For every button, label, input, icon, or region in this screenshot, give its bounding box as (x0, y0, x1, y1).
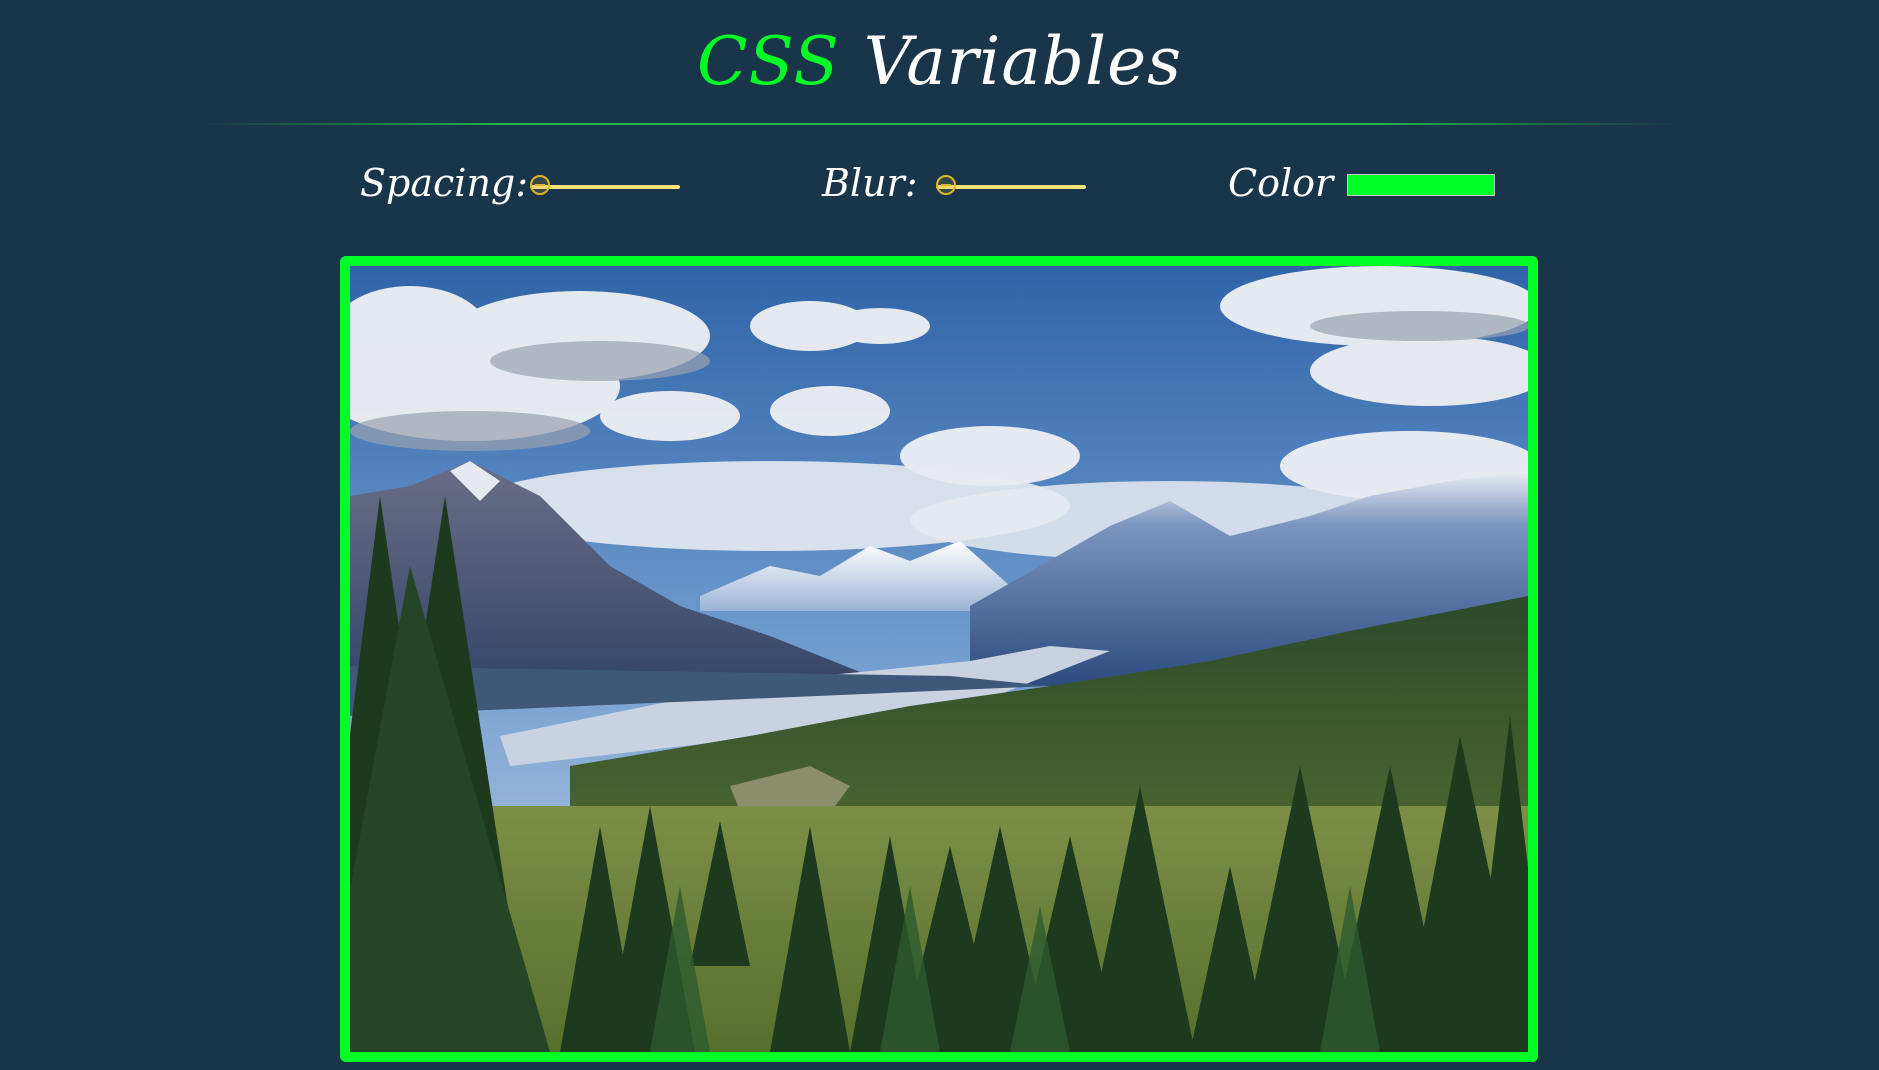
landscape-image (340, 256, 1538, 1062)
page-title: CSS Variables (0, 14, 1879, 110)
color-label: Color (1228, 161, 1334, 205)
spacing-slider-thumb[interactable] (530, 175, 550, 195)
spacing-slider[interactable] (530, 175, 680, 195)
blur-slider-track (936, 185, 1086, 189)
spacing-slider-track (530, 185, 680, 189)
spacing-label: Spacing: (360, 161, 529, 205)
controls-bar: Spacing: Blur: Color (0, 150, 1879, 220)
color-picker[interactable] (1347, 174, 1495, 196)
blur-slider[interactable] (936, 175, 1086, 195)
title-highlight: CSS (696, 23, 840, 100)
title-divider (200, 123, 1679, 125)
mountain-landscape-photo (350, 266, 1528, 1052)
blur-label: Blur: (822, 161, 918, 205)
blur-slider-thumb[interactable] (936, 175, 956, 195)
title-rest: Variables (863, 23, 1183, 100)
